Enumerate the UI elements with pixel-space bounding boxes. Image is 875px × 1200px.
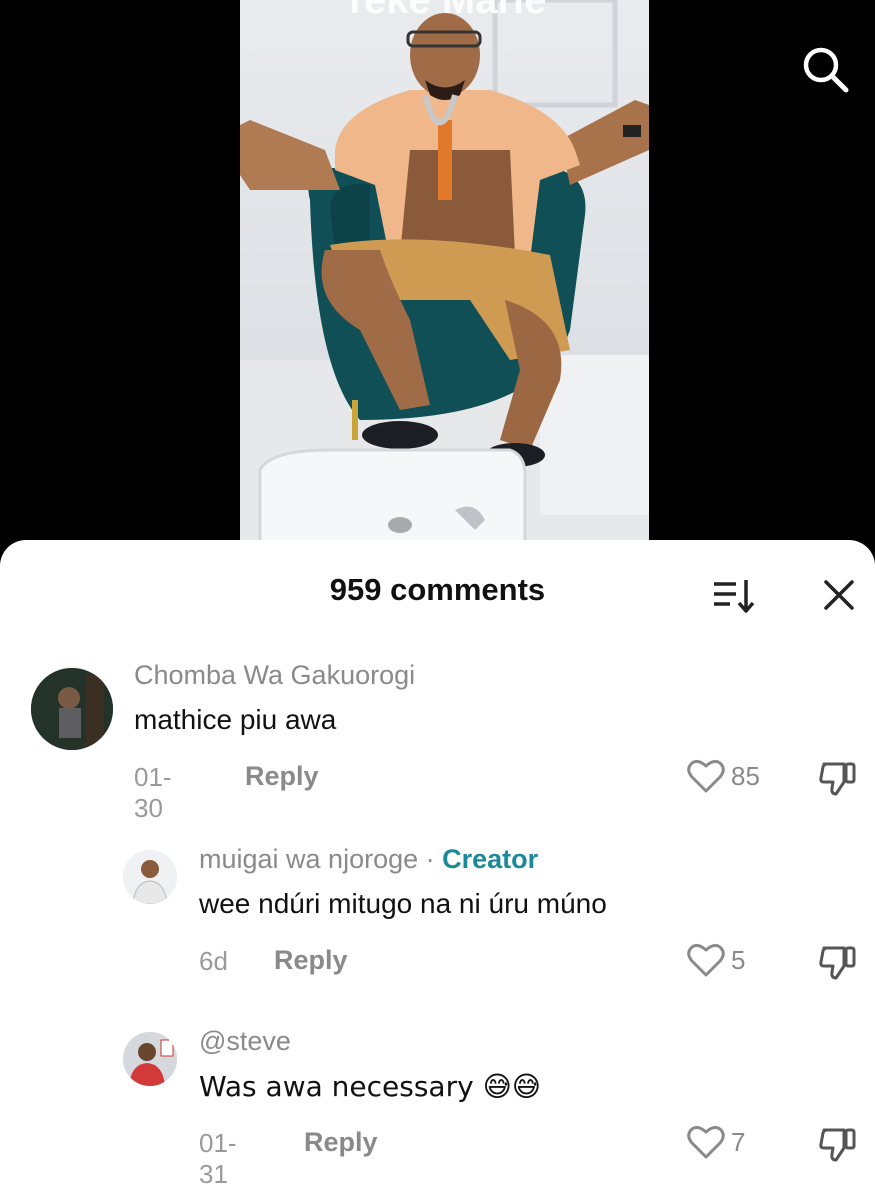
video-frame: Teke Marie <box>240 0 649 560</box>
dislike-icon[interactable] <box>818 758 858 798</box>
heart-icon <box>687 943 725 977</box>
comment-date: 6d <box>199 946 228 976</box>
like-button[interactable]: 5 <box>687 942 745 978</box>
reply-button[interactable]: Reply <box>274 945 348 976</box>
video-overlay-title: Teke Marie <box>342 0 547 22</box>
avatar[interactable] <box>123 1032 177 1086</box>
dislike-icon[interactable] <box>818 1124 858 1164</box>
like-button[interactable]: 85 <box>687 758 760 794</box>
video-scene <box>240 0 649 560</box>
heart-icon <box>687 759 725 793</box>
sort-icon[interactable] <box>712 576 756 616</box>
reply-button[interactable]: Reply <box>304 1127 378 1158</box>
close-icon[interactable] <box>818 574 860 616</box>
dislike-icon[interactable] <box>818 942 858 982</box>
search-icon[interactable] <box>800 44 850 94</box>
avatar[interactable] <box>123 850 177 904</box>
avatar[interactable] <box>31 668 113 750</box>
comment-text: wee ndúri mitugo na ni úru múno <box>199 888 607 919</box>
comments-sheet: 959 comments Chomba Wa Gakuorogi mathice… <box>0 540 875 1200</box>
heart-icon <box>687 1125 725 1159</box>
comment-author[interactable]: Chomba Wa Gakuorogi <box>134 660 415 691</box>
comment-date: 01-30 <box>134 762 172 823</box>
author-separator: · <box>418 844 443 874</box>
like-count: 85 <box>731 760 760 791</box>
like-button[interactable]: 7 <box>687 1124 745 1160</box>
comment-date: 01-31 <box>199 1128 237 1189</box>
comment-author[interactable]: @steve <box>199 1026 291 1057</box>
like-count: 5 <box>731 944 746 975</box>
creator-badge: Creator <box>442 844 539 874</box>
comment-author-line: muigai wa njoroge · Creator <box>199 844 538 875</box>
comment-text: Was awa necessary 😅😅 <box>199 1070 541 1103</box>
reply-button[interactable]: Reply <box>245 761 319 792</box>
video-player[interactable]: Teke Marie <box>0 0 875 560</box>
like-count: 7 <box>731 1126 746 1157</box>
comment-author[interactable]: muigai wa njoroge <box>199 844 418 874</box>
comment-text: mathice piu awa <box>134 704 337 735</box>
